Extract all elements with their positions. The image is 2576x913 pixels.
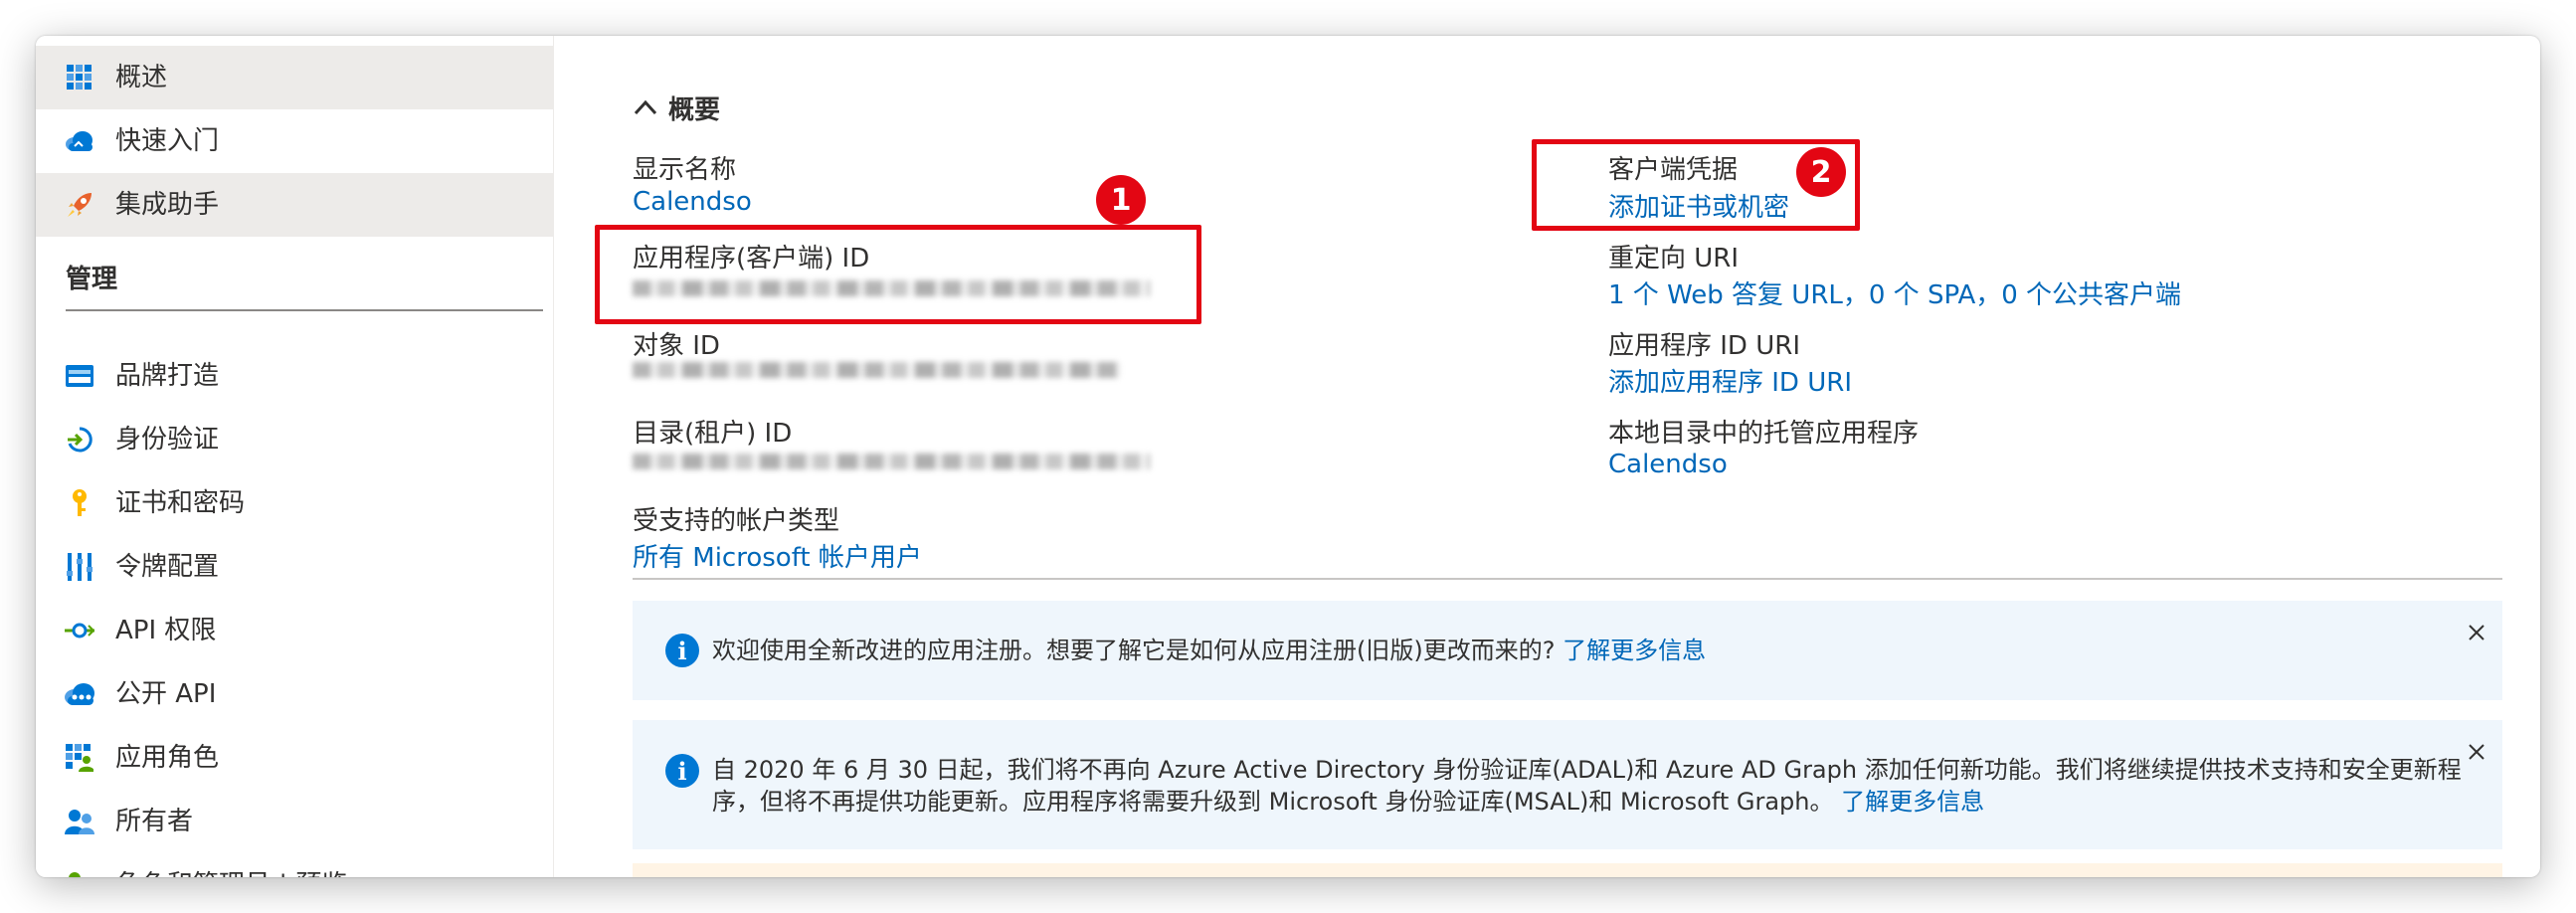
learn-more-link[interactable]: 了解更多信息 bbox=[1563, 637, 1706, 664]
app-id-uri-link[interactable]: 添加应用程序 ID URI bbox=[1608, 362, 1852, 399]
sidebar-item-authentication[interactable]: 身份验证 bbox=[36, 408, 553, 471]
sidebar-item-owners[interactable]: 所有者 bbox=[36, 790, 553, 853]
sidebar-item-label: 身份验证 bbox=[115, 425, 220, 455]
sidebar-item-roles-admins[interactable]: 角色和管理员 | 预览 bbox=[36, 853, 553, 877]
info-icon: i bbox=[665, 754, 699, 788]
banner-text: 欢迎使用全新改进的应用注册。想要了解它是如何从应用注册(旧版)更改而来的? bbox=[712, 637, 1556, 664]
tenant-id-label: 目录(租户) ID bbox=[633, 419, 793, 449]
display-name-link[interactable]: Calendso bbox=[633, 187, 752, 217]
api-permissions-icon bbox=[64, 615, 95, 646]
display-name-label: 显示名称 bbox=[633, 155, 737, 185]
sidebar-item-app-roles[interactable]: 应用角色 bbox=[36, 726, 553, 790]
annotation-box-client-id bbox=[595, 225, 1201, 324]
cloud-api-icon bbox=[64, 678, 95, 710]
annotation-badge-2: 2 bbox=[1796, 147, 1846, 197]
annotation-badge-1: 1 bbox=[1096, 175, 1146, 225]
owners-icon bbox=[64, 806, 95, 837]
learn-more-link[interactable]: 了解更多信息 bbox=[1841, 788, 1984, 816]
redirect-uri-label: 重定向 URI bbox=[1608, 244, 1740, 274]
essentials-title: 概要 bbox=[668, 95, 721, 125]
account-types-link[interactable]: 所有 Microsoft 帐户用户 bbox=[633, 537, 922, 574]
sidebar-item-certificates-secrets[interactable]: 证书和密码 bbox=[36, 471, 553, 535]
sidebar-item-expose-api[interactable]: 公开 API bbox=[36, 662, 553, 726]
essentials-toggle[interactable]: 概要 bbox=[633, 90, 720, 126]
object-id-label: 对象 ID bbox=[633, 331, 720, 361]
roles-admins-icon bbox=[64, 869, 95, 877]
tenant-id-value-redacted bbox=[633, 454, 1150, 469]
sidebar-item-branding[interactable]: 品牌打造 bbox=[36, 344, 553, 408]
sidebar-item-label: 所有者 bbox=[115, 807, 194, 836]
sidebar-item-integration-assistant[interactable]: 集成助手 bbox=[36, 173, 553, 237]
sidebar-item-token-configuration[interactable]: 令牌配置 bbox=[36, 535, 553, 599]
token-icon bbox=[64, 551, 95, 583]
authentication-icon bbox=[64, 424, 95, 456]
app-window: 概述 快速入门 集成助手 管理 品牌打造 身份验证 证书和密码 令牌配置 API… bbox=[36, 36, 2540, 877]
rocket-icon bbox=[64, 189, 95, 221]
section-divider bbox=[66, 309, 543, 311]
sidebar-item-label: 概述 bbox=[115, 63, 168, 92]
banner-text-line-2-container: 序，但将不再提供功能更新。应用程序将需要升级到 Microsoft 身份验证库(… bbox=[712, 786, 2443, 818]
sidebar-item-label: 品牌打造 bbox=[115, 361, 220, 391]
warning-banner-partial bbox=[633, 863, 2502, 877]
sidebar-item-quickstart[interactable]: 快速入门 bbox=[36, 109, 553, 173]
sidebar-item-label: 证书和密码 bbox=[115, 488, 246, 518]
app-id-uri-label: 应用程序 ID URI bbox=[1608, 331, 1800, 361]
banner-message: 自 2020 年 6 月 30 日起，我们将不再向 Azure Active D… bbox=[712, 754, 2462, 818]
account-types-label: 受支持的帐户类型 bbox=[633, 506, 840, 536]
close-icon[interactable] bbox=[2467, 623, 2490, 646]
cloud-icon bbox=[64, 125, 95, 157]
sidebar-item-label: 快速入门 bbox=[115, 126, 220, 156]
sidebar-item-api-permissions[interactable]: API 权限 bbox=[36, 599, 553, 662]
app-roles-icon bbox=[64, 742, 95, 774]
banner-text-line-2: 序，但将不再提供功能更新。应用程序将需要升级到 Microsoft 身份验证库(… bbox=[712, 788, 1834, 816]
close-icon[interactable] bbox=[2467, 742, 2490, 766]
main-content: 概要 显示名称 Calendso 应用程序(客户端) ID 对象 ID 目录(租… bbox=[595, 36, 2540, 877]
info-banner-adal-deprecation: i 自 2020 年 6 月 30 日起，我们将不再向 Azure Active… bbox=[633, 720, 2502, 849]
info-icon: i bbox=[665, 634, 699, 667]
object-id-value-redacted bbox=[633, 362, 1120, 378]
banner-text-line-1: 自 2020 年 6 月 30 日起，我们将不再向 Azure Active D… bbox=[712, 756, 2462, 784]
sidebar-item-overview[interactable]: 概述 bbox=[36, 46, 553, 109]
sidebar-item-label: 应用角色 bbox=[115, 743, 220, 773]
banner-message: 欢迎使用全新改进的应用注册。想要了解它是如何从应用注册(旧版)更改而来的? 了解… bbox=[712, 635, 1706, 666]
key-icon bbox=[64, 487, 95, 519]
info-banner-new-registration: i 欢迎使用全新改进的应用注册。想要了解它是如何从应用注册(旧版)更改而来的? … bbox=[633, 601, 2502, 700]
sidebar-item-label: 角色和管理员 | 预览 bbox=[115, 853, 347, 877]
chevron-up-icon bbox=[633, 95, 658, 121]
sidebar-item-label: 公开 API bbox=[115, 679, 217, 709]
sidebar-nav: 概述 快速入门 集成助手 管理 品牌打造 身份验证 证书和密码 令牌配置 API… bbox=[36, 36, 554, 877]
grid-icon bbox=[64, 62, 95, 93]
redirect-uri-link[interactable]: 1 个 Web 答复 URL，0 个 SPA，0 个公共客户端 bbox=[1608, 274, 2181, 311]
branding-icon bbox=[64, 360, 95, 392]
essentials-divider bbox=[633, 578, 2502, 580]
managed-app-link[interactable]: Calendso bbox=[1608, 450, 1728, 479]
section-header-manage: 管理 bbox=[66, 265, 118, 294]
sidebar-item-label: 集成助手 bbox=[115, 190, 220, 220]
managed-app-label: 本地目录中的托管应用程序 bbox=[1608, 419, 1920, 449]
sidebar-item-label: API 权限 bbox=[115, 616, 217, 645]
sidebar-item-label: 令牌配置 bbox=[115, 552, 220, 582]
